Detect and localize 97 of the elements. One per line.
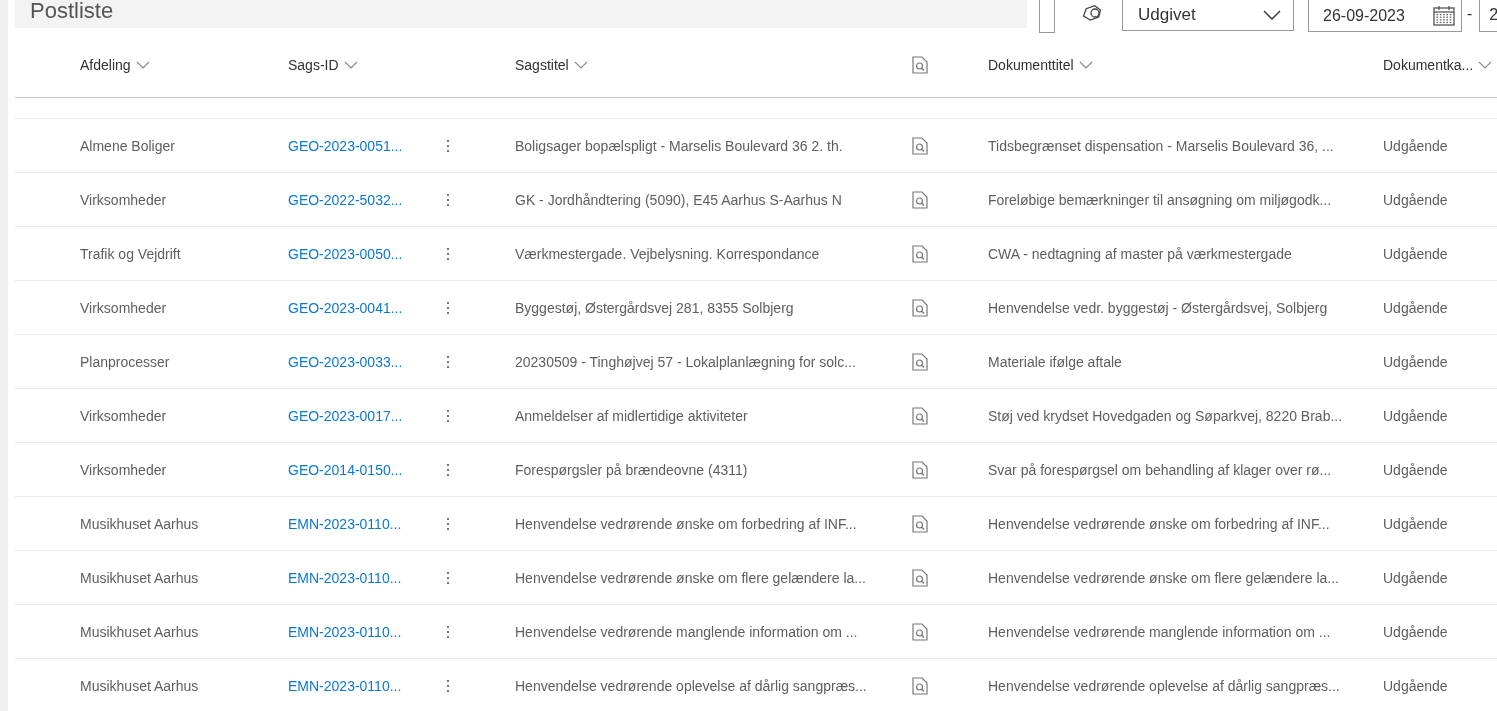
table-cell: Trafik og Vejdrift [80,245,181,262]
table-cell: Udgående [1383,245,1448,262]
case-id-link[interactable]: GEO-2022-5032... [288,191,403,208]
more-options-icon[interactable] [446,354,450,369]
chevron-down-icon[interactable] [1078,61,1093,69]
date-separator: - [1467,5,1473,23]
document-search-icon[interactable] [912,406,928,425]
column-header[interactable]: Afdeling [80,57,131,73]
table-cell: Henvendelse vedrørende ønske om flere gelændere la... [515,569,866,586]
chevron-down-icon[interactable] [1478,61,1493,69]
table-cell: Henvendelse vedrørende oplevelse af dårlig sangpræs... [515,677,867,694]
more-options-icon[interactable] [446,462,450,477]
table-cell: Henvendelse vedrørende manglende information om ... [988,623,1331,640]
document-search-icon[interactable] [912,136,928,155]
column-header[interactable]: Dokumentka... [1383,57,1474,73]
more-options-icon[interactable] [446,516,450,531]
case-id-link[interactable]: EMN-2023-0110... [288,515,402,532]
table-cell: Henvendelse vedrørende manglende information om ... [515,623,858,640]
table-cell: Materiale ifølge aftale [988,353,1122,370]
table-cell: Virksomheder [80,407,167,424]
table-cell: Udgående [1383,623,1448,640]
table-cell: CWA - nedtagning af master på værkmestergade [988,245,1292,262]
document-search-icon[interactable] [912,190,928,209]
document-search-icon [912,56,928,74]
table-cell: Musikhuset Aarhus [80,515,199,532]
table-cell: Værkmestergade. Vejbelysning. Korrespondance [515,245,820,262]
tag-icon[interactable] [1081,4,1103,22]
document-search-icon[interactable] [912,568,928,587]
table-cell: Planprocesser [80,353,170,370]
more-options-icon[interactable] [446,678,450,693]
table-cell: GK - Jordhåndtering (5090), E45 Aarhus S-Aarhus N [515,191,842,208]
toolbar-button[interactable] [1039,0,1055,33]
more-options-icon[interactable] [446,624,450,639]
table-cell: Udgående [1383,407,1448,424]
more-options-icon[interactable] [446,246,450,261]
filter-dropdown[interactable]: Udgivet [1122,0,1294,31]
chevron-down-icon[interactable] [573,61,588,69]
more-options-icon[interactable] [446,408,450,423]
table-cell: Henvendelse vedrørende ønske om flere gelændere la... [988,569,1339,586]
table-cell: Boligsager bopælspligt - Marselis Boulevard 36 2. th. [515,137,843,154]
table-cell: Udgående [1383,569,1448,586]
case-id-link[interactable]: GEO-2023-0050... [288,245,403,262]
case-id-link[interactable]: GEO-2023-0041... [288,299,403,316]
table-cell: Virksomheder [80,191,167,208]
chevron-down-icon[interactable] [343,61,358,69]
date-field[interactable]: 2 [1479,0,1497,32]
more-options-icon[interactable] [446,192,450,207]
column-header[interactable]: Dokumenttitel [988,57,1074,73]
case-id-link[interactable]: EMN-2023-0110... [288,677,402,694]
table-cell: Virksomheder [80,299,167,316]
table-cell: Henvendelse vedrørende ønske om forbedring af INF... [515,515,857,532]
table-cell: Udgående [1383,137,1448,154]
more-options-icon[interactable] [446,570,450,585]
table-cell: Byggestøj, Østergårdsvej 281, 8355 Solbjerg [515,299,794,316]
document-search-icon[interactable] [912,514,928,533]
calendar-icon [1433,5,1455,26]
chevron-down-icon [1263,10,1281,20]
table-cell: Anmeldelser af midlertidige aktiviteter [515,407,748,424]
case-id-link[interactable]: EMN-2023-0110... [288,569,402,586]
table-cell: Udgående [1383,353,1448,370]
table-cell: 20230509 - Tinghøjvej 57 - Lokalplanlægning for solc... [515,353,856,370]
document-search-icon[interactable] [912,676,928,695]
table-cell: Udgående [1383,515,1448,532]
document-search-icon[interactable] [912,460,928,479]
table-cell: Musikhuset Aarhus [80,569,199,586]
table-cell: Musikhuset Aarhus [80,623,199,640]
document-search-icon[interactable] [912,622,928,641]
more-options-icon[interactable] [446,300,450,315]
table-cell: Udgående [1383,677,1448,694]
table-cell: Virksomheder [80,461,167,478]
table-cell: Foreløbige bemærkninger til ansøgning om miljøgodk... [988,191,1332,208]
page-title: Postliste [30,0,114,24]
column-header[interactable]: Sagstitel [515,57,569,73]
document-search-icon[interactable] [912,244,928,263]
document-search-icon[interactable] [912,352,928,371]
table-cell: Henvendelse vedrørende oplevelse af dårlig sangpræs... [988,677,1340,694]
table-cell: Svar på forespørgsel om behandling af klager over rø... [988,461,1332,478]
column-header[interactable]: Sags-ID [288,57,339,73]
date-field[interactable]: 26-09-2023 [1308,0,1462,32]
table-cell: Udgående [1383,299,1448,316]
table-cell: Henvendelse vedrørende ønske om forbedring af INF... [988,515,1330,532]
table-cell: Støj ved krydset Hovedgaden og Søparkvej, 8220 Brab... [988,407,1343,424]
table-cell: Udgående [1383,191,1448,208]
case-id-link[interactable]: EMN-2023-0110... [288,623,402,640]
table-cell: Udgående [1383,461,1448,478]
table-cell: Musikhuset Aarhus [80,677,199,694]
more-options-icon[interactable] [446,138,450,153]
table-cell: Henvendelse vedr. byggestøj - Østergårdsvej, Solbjerg [988,299,1328,316]
table-cell: Tidsbegrænset dispensation - Marselis Boulevard 36, ... [988,137,1334,154]
document-search-icon[interactable] [912,298,928,317]
chevron-down-icon[interactable] [135,61,150,69]
case-id-link[interactable]: GEO-2023-0051... [288,137,403,154]
case-id-link[interactable]: GEO-2023-0033... [288,353,403,370]
table-cell: Forespørgsler på brændeovne (4311) [515,461,748,478]
case-id-link[interactable]: GEO-2023-0017... [288,407,403,424]
table-cell: Almene Boliger [80,137,175,154]
case-id-link[interactable]: GEO-2014-0150... [288,461,403,478]
